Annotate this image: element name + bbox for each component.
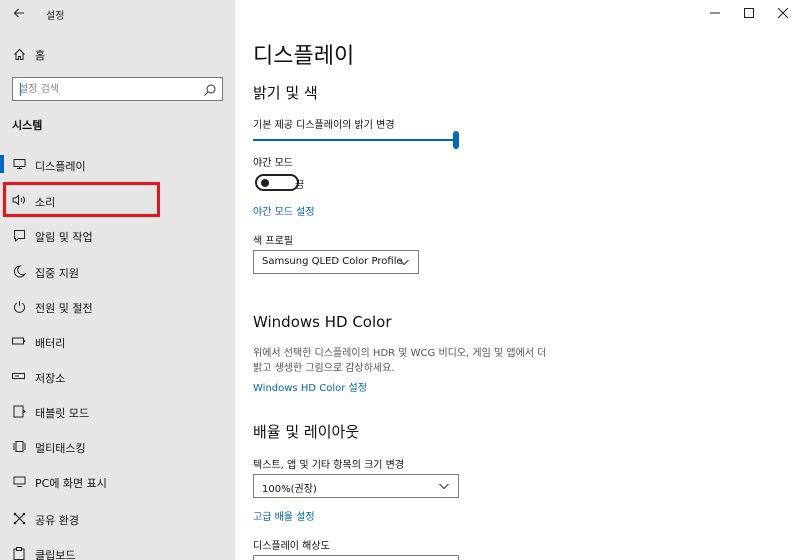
back-arrow-icon [13,8,24,18]
chevron-down-icon [439,483,449,490]
sidebar-item-label: 공유 환경 [35,514,79,527]
night-light-toggle[interactable] [255,174,299,191]
sidebar-item-project[interactable]: PC에 화면 표시 [0,466,235,496]
sidebar-item-display[interactable]: 디스플레이 [0,149,235,179]
sidebar-item-label: 저장소 [35,372,66,385]
search-icon[interactable] [203,82,217,96]
minimize-icon [710,12,720,14]
color-profile-label: 색 프로필 [253,236,293,247]
sidebar-item-battery[interactable]: 배터리 [0,326,235,356]
sidebar-item-multitasking[interactable]: 멀티태스킹 [0,431,235,461]
close-icon [778,8,788,18]
sidebar-item-home[interactable]: 홈 [0,42,235,66]
sidebar-item-label: 디스플레이 [35,160,86,173]
brightness-slider-track[interactable] [253,139,455,141]
toggle-knob [261,179,269,187]
sidebar-item-label: 멀티태스킹 [35,442,86,455]
sidebar-item-focus-assist[interactable]: 집중 지원 [0,256,235,286]
night-light-label: 야간 모드 [253,158,293,169]
sidebar-item-label: 집중 지원 [35,267,79,280]
main-content: 디스플레이 밝기 및 색 기본 제공 디스플레이의 밝기 변경 야간 모드 끔 … [235,0,800,560]
scale-label: 텍스트, 앱 및 기타 항목의 크기 변경 [253,460,405,471]
minimize-button[interactable] [698,0,732,26]
section-heading-hd-color: Windows HD Color [253,313,392,331]
search-input[interactable] [19,81,199,97]
sidebar-item-label: 알림 및 작업 [35,231,93,244]
tablet-icon [12,404,26,418]
sidebar-item-label: 클립보드 [35,549,76,560]
scale-dropdown[interactable]: 100%(권장) [253,474,459,498]
notification-icon [12,228,26,242]
page-title: 디스플레이 [253,44,355,69]
sidebar-item-tablet-mode[interactable]: 태블릿 모드 [0,396,235,426]
hd-color-description-line2: 밝고 생생한 그림으로 감상하세요. [253,363,395,374]
sidebar-item-power[interactable]: 전원 및 절전 [0,291,235,321]
titlebar: 설정 [0,0,235,28]
battery-icon [12,334,26,348]
highlight-annotation-box [3,182,160,217]
resolution-label: 디스플레이 해상도 [253,541,330,552]
sidebar-item-clipboard[interactable]: 클립보드 [0,538,235,560]
advanced-scaling-link[interactable]: 고급 배율 설정 [253,508,315,523]
sidebar: 설정 홈 시스템 디스플레이 소리 알림 및 작업 [0,0,235,560]
window-controls [698,0,800,28]
project-icon [12,474,26,488]
dropdown-value: 100%(권장) [262,484,317,495]
maximize-icon [744,8,754,18]
color-profile-dropdown[interactable]: Samsung QLED Color Profile [253,250,419,274]
sidebar-item-label: 태블릿 모드 [35,407,90,420]
sidebar-item-label: PC에 화면 표시 [35,477,107,490]
night-light-settings-link[interactable]: 야간 모드 설정 [253,203,315,218]
sidebar-item-storage[interactable]: 저장소 [0,361,235,391]
selected-indicator [0,155,4,173]
maximize-button[interactable] [732,0,766,26]
section-heading-scale-layout: 배율 및 레이아웃 [253,423,360,441]
chevron-down-icon [399,259,409,266]
storage-icon [12,369,26,383]
dropdown-value: Samsung QLED Color Profile [262,256,403,267]
sidebar-item-label: 배터리 [35,337,66,350]
close-button[interactable] [766,0,800,26]
sidebar-home-label: 홈 [35,49,46,62]
shared-experiences-icon [12,511,26,525]
moon-icon [12,264,26,278]
monitor-icon [12,157,26,171]
multitasking-icon [12,439,26,453]
sidebar-section-title: 시스템 [12,119,43,132]
sidebar-item-label: 전원 및 절전 [35,302,93,315]
resolution-dropdown[interactable] [253,555,459,560]
night-light-state: 끔 [295,180,305,191]
home-icon [12,47,26,61]
section-heading-brightness: 밝기 및 색 [253,84,318,102]
sidebar-item-notifications[interactable]: 알림 및 작업 [0,220,235,250]
brightness-label: 기본 제공 디스플레이의 밝기 변경 [253,120,395,131]
app-title: 설정 [46,11,65,22]
power-icon [12,299,26,313]
hd-color-settings-link[interactable]: Windows HD Color 설정 [253,379,367,394]
sidebar-item-shared-experiences[interactable]: 공유 환경 [0,503,235,533]
back-button[interactable] [8,2,30,24]
clipboard-icon [12,546,26,560]
brightness-slider-thumb[interactable] [453,131,459,149]
search-field[interactable] [12,77,223,101]
